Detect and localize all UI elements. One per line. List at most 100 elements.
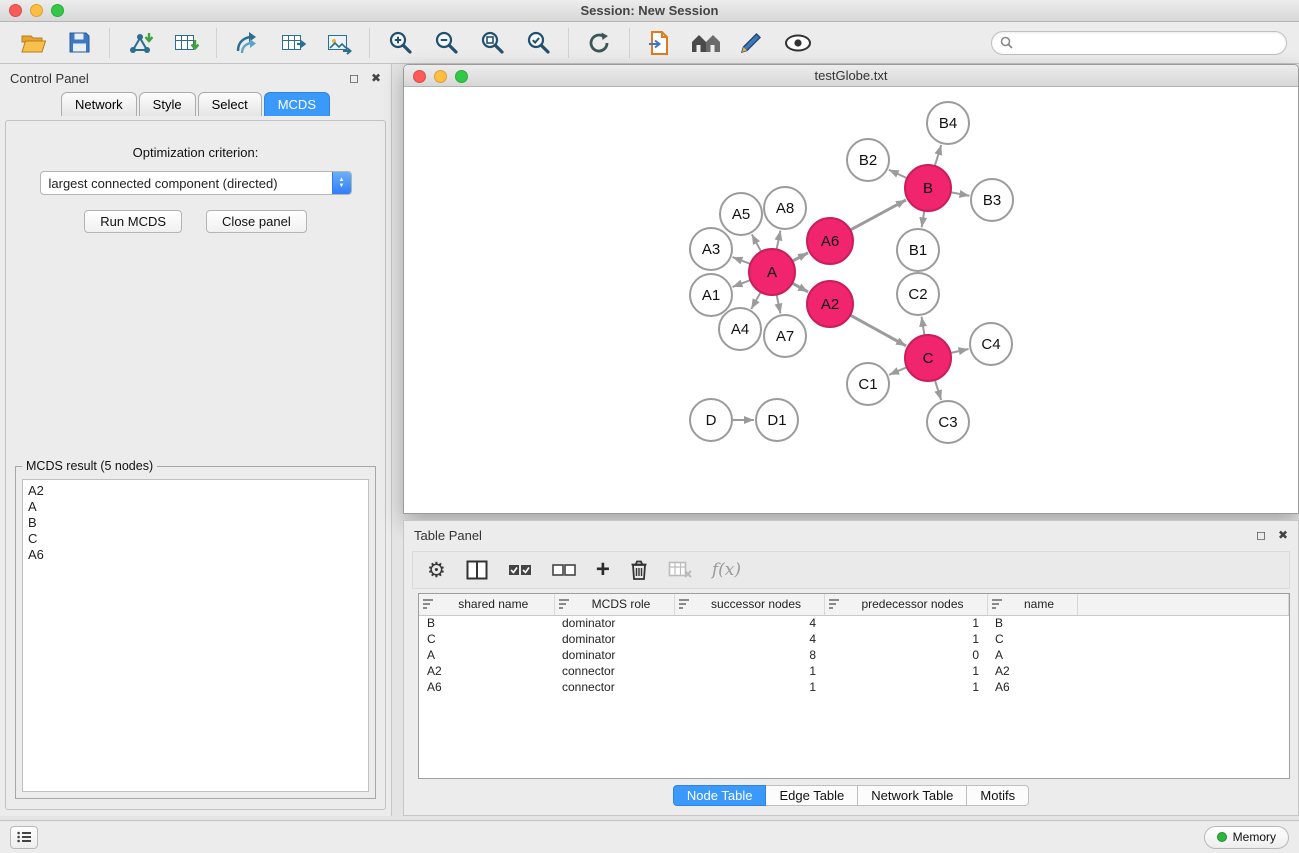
- style-brush-button[interactable]: [731, 26, 773, 60]
- network-edge-A-A8[interactable]: [777, 231, 781, 250]
- zoom-window-button[interactable]: [51, 4, 64, 17]
- show-columns-button[interactable]: [466, 555, 488, 585]
- network-edge-B-B2[interactable]: [889, 170, 907, 179]
- table-cell[interactable]: A6: [419, 679, 554, 695]
- network-node-A5[interactable]: A5: [720, 193, 762, 235]
- import-table-button[interactable]: [165, 26, 207, 60]
- network-node-A2[interactable]: A2: [807, 281, 853, 327]
- network-node-C2[interactable]: C2: [897, 273, 939, 315]
- mcds-result-item[interactable]: A: [28, 499, 363, 515]
- table-cell[interactable]: 1: [824, 663, 987, 679]
- network-edge-B-B4[interactable]: [935, 145, 941, 166]
- deselect-all-columns-button[interactable]: [552, 555, 576, 585]
- close-panel-icon[interactable]: ✖: [371, 71, 381, 85]
- network-node-A7[interactable]: A7: [764, 315, 806, 357]
- table-cell[interactable]: 1: [824, 631, 987, 647]
- network-window-titlebar[interactable]: testGlobe.txt: [404, 65, 1298, 87]
- table-cell[interactable]: connector: [554, 679, 674, 695]
- table-cell[interactable]: 1: [824, 679, 987, 695]
- mcds-result-list[interactable]: A2ABCA6: [22, 479, 369, 792]
- float-table-panel-icon[interactable]: ◻: [1256, 528, 1266, 542]
- refresh-layout-button[interactable]: [578, 26, 620, 60]
- network-minimize-button[interactable]: [434, 70, 447, 83]
- network-edge-A-A3[interactable]: [733, 257, 751, 264]
- network-edge-C-C4[interactable]: [950, 349, 968, 353]
- table-cell[interactable]: A: [419, 647, 554, 663]
- table-cell[interactable]: 1: [674, 663, 824, 679]
- network-document-button[interactable]: [639, 26, 681, 60]
- table-cell[interactable]: 4: [674, 615, 824, 631]
- mcds-result-item[interactable]: A6: [28, 547, 363, 563]
- table-cell[interactable]: dominator: [554, 615, 674, 631]
- table-cell[interactable]: C: [419, 631, 554, 647]
- network-close-button[interactable]: [413, 70, 426, 83]
- show-panels-button[interactable]: [10, 826, 38, 849]
- column-header-name[interactable]: name: [987, 594, 1077, 615]
- close-window-button[interactable]: [9, 4, 22, 17]
- network-node-A3[interactable]: A3: [690, 228, 732, 270]
- network-node-B1[interactable]: B1: [897, 229, 939, 271]
- table-row[interactable]: Cdominator41C: [419, 631, 1289, 647]
- network-edge-A2-C[interactable]: [850, 315, 906, 346]
- toggle-visibility-button[interactable]: [777, 26, 819, 60]
- control-tab-select[interactable]: Select: [198, 92, 262, 116]
- network-node-D[interactable]: D: [690, 399, 732, 441]
- network-overview-button[interactable]: [685, 26, 727, 60]
- network-edge-C-C1[interactable]: [889, 367, 907, 375]
- zoom-out-button[interactable]: [425, 26, 467, 60]
- table-cell[interactable]: B: [419, 615, 554, 631]
- open-session-button[interactable]: [12, 26, 54, 60]
- network-canvas[interactable]: AA1A2A3A4A5A6A7A8BB1B2B3B4CC1C2C3C4DD1: [407, 89, 1295, 510]
- network-edge-A-A2[interactable]: [792, 283, 808, 292]
- zoom-in-button[interactable]: [379, 26, 421, 60]
- table-cell[interactable]: B: [987, 615, 1077, 631]
- network-node-A[interactable]: A: [749, 249, 795, 295]
- network-node-A8[interactable]: A8: [764, 187, 806, 229]
- network-node-A4[interactable]: A4: [719, 308, 761, 350]
- network-edge-A-A7[interactable]: [777, 295, 781, 314]
- network-node-D1[interactable]: D1: [756, 399, 798, 441]
- network-edge-B-B3[interactable]: [951, 192, 970, 196]
- table-tab-edge-table[interactable]: Edge Table: [766, 785, 858, 806]
- table-row[interactable]: Bdominator41B: [419, 615, 1289, 631]
- network-node-B4[interactable]: B4: [927, 102, 969, 144]
- network-node-C[interactable]: C: [905, 335, 951, 381]
- table-tab-motifs[interactable]: Motifs: [967, 785, 1029, 806]
- mcds-result-item[interactable]: A2: [28, 483, 363, 499]
- control-tab-network[interactable]: Network: [61, 92, 137, 116]
- control-tab-style[interactable]: Style: [139, 92, 196, 116]
- table-settings-button[interactable]: ⚙: [427, 555, 446, 585]
- column-header-successor-nodes[interactable]: successor nodes: [674, 594, 824, 615]
- network-edge-A-A1[interactable]: [733, 280, 751, 287]
- optimization-criterion-dropdown[interactable]: largest connected component (directed) ▲…: [40, 171, 352, 195]
- network-edge-A-A6[interactable]: [792, 253, 808, 261]
- table-cell[interactable]: 1: [824, 615, 987, 631]
- network-edge-C-C2[interactable]: [922, 317, 925, 336]
- column-header-predecessor-nodes[interactable]: predecessor nodes: [824, 594, 987, 615]
- network-edge-A-A4[interactable]: [751, 292, 760, 309]
- table-row[interactable]: A6connector11A6: [419, 679, 1289, 695]
- delete-column-button[interactable]: [630, 555, 648, 585]
- minimize-window-button[interactable]: [30, 4, 43, 17]
- network-node-C4[interactable]: C4: [970, 323, 1012, 365]
- search-input[interactable]: [1019, 35, 1278, 50]
- export-network-button[interactable]: [226, 26, 268, 60]
- network-node-B[interactable]: B: [905, 165, 951, 211]
- save-session-button[interactable]: [58, 26, 100, 60]
- network-node-C3[interactable]: C3: [927, 401, 969, 443]
- table-tab-node-table[interactable]: Node Table: [673, 785, 767, 806]
- table-cell[interactable]: dominator: [554, 647, 674, 663]
- network-edge-A-A5[interactable]: [752, 234, 761, 251]
- table-cell[interactable]: A: [987, 647, 1077, 663]
- table-cell[interactable]: C: [987, 631, 1077, 647]
- network-node-C1[interactable]: C1: [847, 363, 889, 405]
- column-header-shared-name[interactable]: shared name: [419, 594, 554, 615]
- network-zoom-button[interactable]: [455, 70, 468, 83]
- float-panel-icon[interactable]: ◻: [349, 71, 359, 85]
- table-cell[interactable]: dominator: [554, 631, 674, 647]
- export-table-button[interactable]: [272, 26, 314, 60]
- table-row[interactable]: A2connector11A2: [419, 663, 1289, 679]
- mcds-result-item[interactable]: B: [28, 515, 363, 531]
- network-edge-C-C3[interactable]: [935, 380, 941, 400]
- close-panel-button[interactable]: Close panel: [206, 210, 307, 233]
